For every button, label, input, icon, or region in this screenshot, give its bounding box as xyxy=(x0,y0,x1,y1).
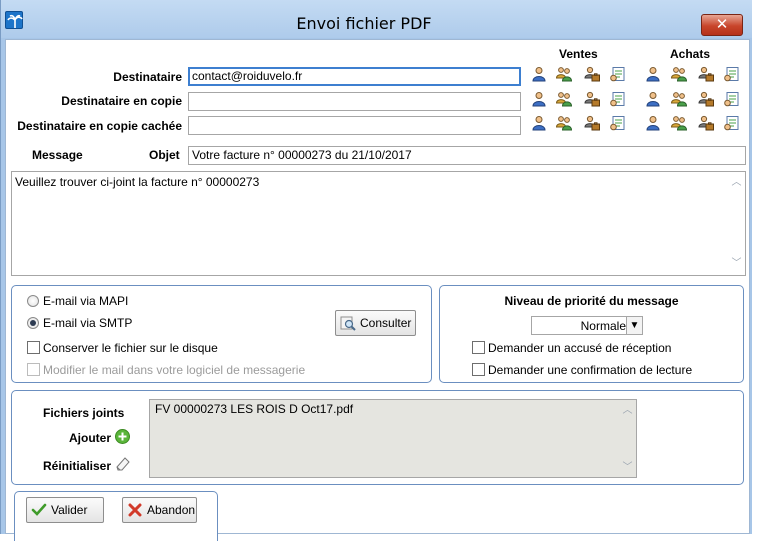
person-icon[interactable] xyxy=(645,66,661,82)
dialog-content: Ventes Achats Destinataire contact@roidu… xyxy=(5,39,750,541)
person-icon[interactable] xyxy=(645,91,661,107)
attachments-list[interactable]: FV 00000273 LES ROIS D Oct17.pdf ︿ ﹀ xyxy=(149,399,637,478)
ventes-header: Ventes xyxy=(559,47,598,61)
smtp-radio[interactable] xyxy=(27,317,39,329)
keep-file-checkbox[interactable] xyxy=(27,341,40,354)
bcc-label: Destinataire en copie cachée xyxy=(17,119,182,133)
message-scrollbar[interactable]: ︿ ﹀ xyxy=(728,172,745,275)
validate-label: Valider xyxy=(51,503,88,517)
company-icon[interactable] xyxy=(698,66,714,82)
cancel-label: Abandon xyxy=(147,503,196,517)
cc-label: Destinataire en copie xyxy=(61,94,182,108)
company-icon[interactable] xyxy=(584,91,600,107)
group-icon[interactable] xyxy=(670,91,688,107)
window-edge xyxy=(752,0,757,534)
cancel-button[interactable]: Abandon xyxy=(122,497,197,523)
attachment-item[interactable]: FV 00000273 LES ROIS D Oct17.pdf xyxy=(155,402,353,416)
subject-label: Objet xyxy=(149,148,180,162)
message-label: Message xyxy=(32,148,83,162)
mapi-radio[interactable] xyxy=(27,295,39,307)
group-icon[interactable] xyxy=(670,66,688,82)
smtp-label[interactable]: E-mail via SMTP xyxy=(43,316,132,330)
add-icon[interactable] xyxy=(115,429,130,444)
consulter-label: Consulter xyxy=(360,316,412,330)
group-icon[interactable] xyxy=(555,66,573,82)
subject-input[interactable]: Votre facture n° 00000273 du 21/10/2017 xyxy=(188,146,746,165)
close-button[interactable]: ✕ xyxy=(701,14,743,36)
keep-file-label[interactable]: Conserver le fichier sur le disque xyxy=(43,341,218,355)
scroll-up-icon[interactable]: ︿ xyxy=(728,176,745,190)
contact-card-icon[interactable] xyxy=(610,66,626,82)
cc-input[interactable] xyxy=(188,92,521,111)
reset-attachments-label[interactable]: Réinitialiser xyxy=(43,459,111,473)
scroll-down-icon[interactable]: ﹀ xyxy=(619,461,636,475)
contact-card-icon[interactable] xyxy=(724,91,740,107)
message-body-textarea[interactable]: Veuillez trouver ci-joint la facture n° … xyxy=(11,171,746,276)
person-icon[interactable] xyxy=(531,115,547,131)
achats-header: Achats xyxy=(670,47,711,61)
modify-mail-label[interactable]: Modifier le mail dans votre logiciel de … xyxy=(43,363,305,377)
company-icon[interactable] xyxy=(698,91,714,107)
validate-button[interactable]: Valider xyxy=(26,497,104,523)
contact-card-icon[interactable] xyxy=(610,91,626,107)
attachments-label: Fichiers joints xyxy=(43,406,125,420)
chevron-down-icon[interactable]: ▼ xyxy=(626,317,642,334)
recipient-input[interactable]: contact@roiduvelo.fr xyxy=(188,67,521,86)
message-body-text: Veuillez trouver ci-joint la facture n° … xyxy=(15,175,260,189)
magnifier-icon xyxy=(340,316,356,331)
cancel-x-icon xyxy=(128,503,142,517)
recipient-label: Destinataire xyxy=(113,70,182,84)
priority-select[interactable]: Normale ▼ xyxy=(531,316,643,335)
close-icon: ✕ xyxy=(715,16,729,33)
company-icon[interactable] xyxy=(584,66,600,82)
group-icon[interactable] xyxy=(555,91,573,107)
person-icon[interactable] xyxy=(531,91,547,107)
company-icon[interactable] xyxy=(584,115,600,131)
group-icon[interactable] xyxy=(555,115,573,131)
eraser-icon[interactable] xyxy=(114,454,132,472)
receipt-label[interactable]: Demander un accusé de réception xyxy=(488,341,671,355)
title-bar[interactable]: Envoi fichier PDF ✕ xyxy=(1,0,753,38)
scroll-down-icon[interactable]: ﹀ xyxy=(728,257,745,271)
consulter-button[interactable]: Consulter xyxy=(335,310,416,336)
mapi-label[interactable]: E-mail via MAPI xyxy=(43,294,128,308)
contact-card-icon[interactable] xyxy=(610,115,626,131)
group-icon[interactable] xyxy=(670,115,688,131)
checkmark-icon xyxy=(31,503,47,516)
contact-card-icon[interactable] xyxy=(724,115,740,131)
dialog-window: Envoi fichier PDF ✕ Ventes Achats Destin… xyxy=(0,0,753,541)
scroll-up-icon[interactable]: ︿ xyxy=(619,404,636,418)
company-icon[interactable] xyxy=(698,115,714,131)
add-attachment-label[interactable]: Ajouter xyxy=(69,431,111,445)
read-confirm-checkbox[interactable] xyxy=(472,363,485,376)
contact-card-icon[interactable] xyxy=(724,66,740,82)
receipt-checkbox[interactable] xyxy=(472,341,485,354)
priority-title: Niveau de priorité du message xyxy=(504,294,679,308)
person-icon[interactable] xyxy=(531,66,547,82)
person-icon[interactable] xyxy=(645,115,661,131)
bcc-input[interactable] xyxy=(188,116,521,135)
modify-mail-checkbox[interactable] xyxy=(27,363,40,376)
priority-value: Normale xyxy=(580,319,626,333)
window-title: Envoi fichier PDF xyxy=(296,14,432,33)
read-confirm-label[interactable]: Demander une confirmation de lecture xyxy=(488,363,692,377)
